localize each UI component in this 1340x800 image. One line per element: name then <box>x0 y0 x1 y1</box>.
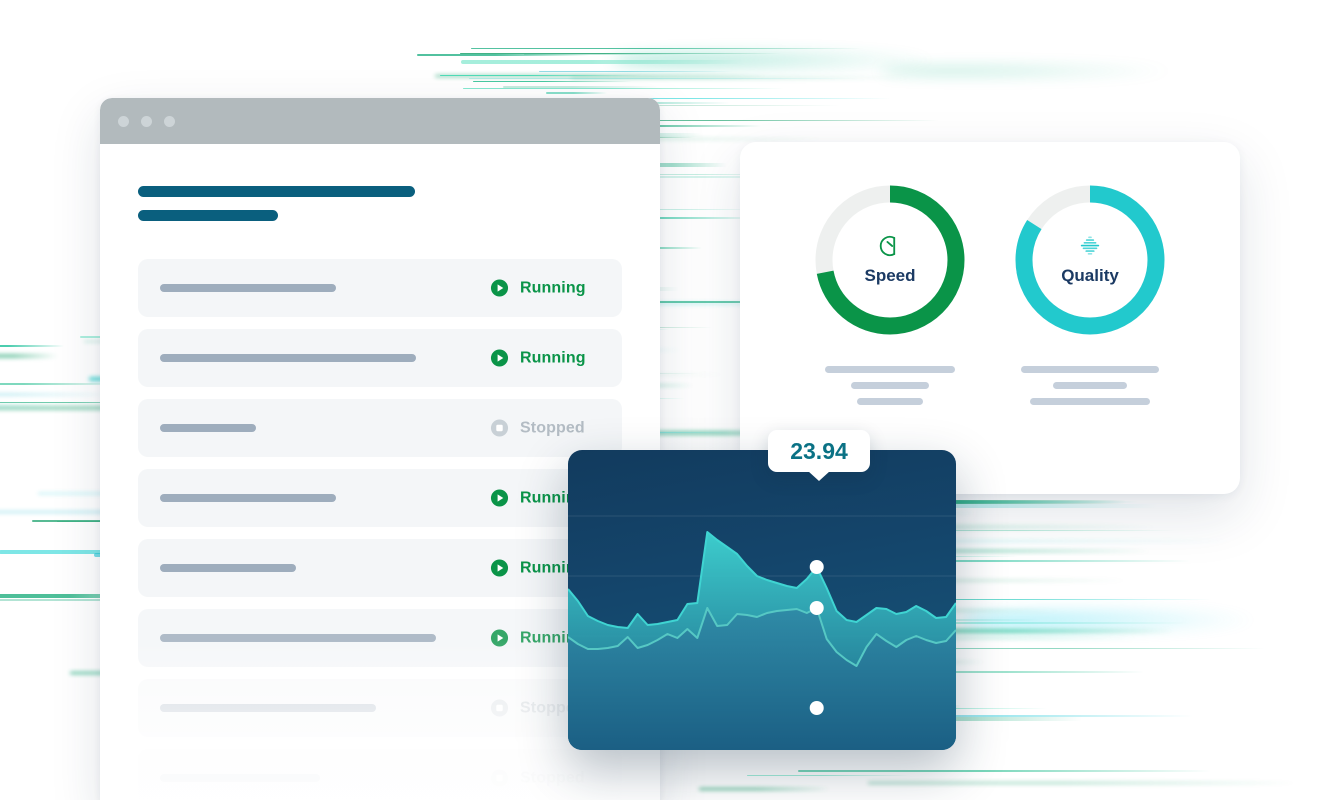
minimize-dot-icon[interactable] <box>141 115 152 127</box>
chart-point-marker[interactable] <box>809 701 824 715</box>
motion-streak <box>746 775 911 777</box>
gauge-label: Quality <box>1061 265 1119 285</box>
area-chart[interactable] <box>568 450 956 750</box>
motion-streak <box>435 74 768 77</box>
play-circle-icon <box>490 279 509 297</box>
row-name-placeholder <box>160 494 336 502</box>
window-titlebar <box>100 98 660 144</box>
motion-streak <box>546 92 608 95</box>
row-name-placeholder <box>160 284 336 292</box>
table-row[interactable]: Running <box>138 469 622 527</box>
motion-streak <box>0 354 58 359</box>
chart-tooltip: 23.94 <box>768 430 870 472</box>
speedometer-icon <box>879 235 896 256</box>
caption-placeholder-group <box>1010 366 1170 405</box>
status-label: Running <box>520 349 586 366</box>
status-badge: Stopped <box>490 769 585 788</box>
play-circle-icon <box>490 349 509 367</box>
chart-point-marker[interactable] <box>809 601 824 615</box>
motion-streak <box>698 787 832 790</box>
table-row[interactable]: Running <box>138 329 622 387</box>
motion-streak <box>0 394 113 396</box>
play-circle-icon <box>490 629 509 647</box>
play-circle-icon <box>490 489 509 507</box>
composition-stage: Running Running Stopped Running Running Runni… <box>0 0 1340 800</box>
motion-streak <box>570 76 913 79</box>
gauge-caption <box>1010 340 1170 405</box>
table-row[interactable]: Running <box>138 609 622 667</box>
chart-point-marker[interactable] <box>809 560 824 574</box>
close-dot-icon[interactable] <box>118 115 129 127</box>
caption-placeholder-bar <box>851 382 929 389</box>
row-name-placeholder <box>160 704 376 712</box>
motion-streak <box>460 60 745 65</box>
row-name-placeholder <box>160 564 296 572</box>
waveform-icon <box>1080 236 1100 255</box>
table-row[interactable]: Stopped <box>138 399 622 457</box>
status-label: Stopped <box>520 769 585 786</box>
status-label: Running <box>520 279 586 296</box>
row-name-placeholder <box>160 354 416 362</box>
motion-streak <box>416 53 590 56</box>
table-row[interactable]: Running <box>138 539 622 597</box>
motion-streak <box>0 405 67 407</box>
motion-streak-glow <box>612 52 942 68</box>
play-circle-icon <box>490 559 509 577</box>
gauge-center: Speed <box>810 180 970 340</box>
stop-circle-icon <box>490 769 509 787</box>
table-row[interactable]: Running <box>138 259 622 317</box>
motion-streak <box>0 345 65 348</box>
motion-streak-glow <box>880 66 1180 76</box>
status-badge: Stopped <box>490 419 585 438</box>
row-name-placeholder <box>160 424 256 432</box>
chart-tooltip-value: 23.94 <box>790 437 848 464</box>
page-title-placeholder <box>138 186 415 197</box>
motion-streak <box>459 52 781 54</box>
motion-streak <box>524 54 691 56</box>
page-subtitle-placeholder <box>138 210 278 221</box>
table-row[interactable]: Stopped <box>138 749 622 800</box>
caption-placeholder-group <box>810 366 970 405</box>
motion-streak <box>468 78 860 80</box>
maximize-dot-icon[interactable] <box>164 115 175 127</box>
row-name-placeholder <box>160 634 436 642</box>
caption-placeholder-bar <box>1021 366 1159 373</box>
motion-streak <box>439 75 642 77</box>
process-list: Running Running Stopped Running Running Runni… <box>138 259 622 800</box>
status-badge: Running <box>490 349 586 368</box>
table-row[interactable]: Stopped <box>138 679 622 737</box>
gauge-label: Speed <box>864 265 916 285</box>
gauge-quality: Quality <box>1010 180 1170 340</box>
gauge-caption <box>810 340 970 405</box>
caption-placeholder-bar <box>1053 382 1127 389</box>
gauge-caption-row <box>740 340 1240 405</box>
stop-circle-icon <box>490 699 509 717</box>
motion-streak <box>472 81 633 83</box>
motion-streak-glow <box>960 610 1260 630</box>
status-badge: Running <box>490 279 586 298</box>
motion-streak <box>868 781 1301 784</box>
stop-circle-icon <box>490 419 509 437</box>
timeseries-chart-card[interactable] <box>568 450 956 750</box>
caption-placeholder-bar <box>1030 398 1150 405</box>
gauge-speed: Speed <box>810 180 970 340</box>
gauge-center: Quality <box>1010 180 1170 340</box>
motion-streak <box>539 70 733 72</box>
motion-streak <box>798 770 1212 773</box>
caption-placeholder-bar <box>825 366 955 373</box>
caption-placeholder-bar <box>857 398 923 405</box>
motion-streak <box>463 87 784 89</box>
motion-streak <box>471 48 863 50</box>
row-name-placeholder <box>160 774 320 782</box>
gauge-row: Speed Quality <box>740 180 1240 340</box>
status-label: Stopped <box>520 419 585 436</box>
motion-streak <box>502 85 657 88</box>
